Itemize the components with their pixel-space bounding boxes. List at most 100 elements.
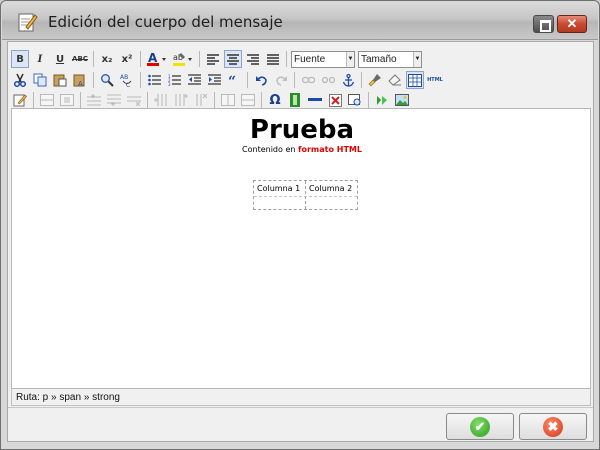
title-bar[interactable]: Edición del cuerpo del mensaje ✕ xyxy=(2,2,598,40)
table-header-cell-1[interactable]: Columna 1 xyxy=(257,184,300,193)
merge-cells-button[interactable] xyxy=(239,91,257,109)
clean-format-button[interactable] xyxy=(366,71,384,89)
editor-panel: B I U ABC x₂ x² A ab Fuente ▼ Tamaño ▼ A… xyxy=(7,41,594,442)
strikethrough-button[interactable]: ABC xyxy=(71,50,89,68)
table-cell-icon xyxy=(60,94,74,106)
align-justify-button[interactable] xyxy=(264,50,282,68)
chevron-down-icon: ▼ xyxy=(413,51,421,67)
preview-button[interactable] xyxy=(346,91,364,109)
row-delete-icon xyxy=(127,96,141,106)
font-color-icon: A xyxy=(147,51,166,66)
scissors-icon xyxy=(13,73,27,87)
row-before-icon xyxy=(87,94,101,106)
toolbar-separator xyxy=(247,72,248,88)
paste-icon xyxy=(53,74,67,87)
horizontal-rule-button[interactable] xyxy=(306,91,324,109)
row-props-button[interactable] xyxy=(38,91,56,109)
blockquote-button[interactable]: “ xyxy=(225,71,243,89)
svg-text:C: C xyxy=(126,82,130,87)
numbered-list-button[interactable]: 123 xyxy=(165,71,183,89)
font-size-select[interactable]: Tamaño ▼ xyxy=(358,50,422,68)
anchor-button[interactable] xyxy=(339,71,357,89)
paste-text-button[interactable]: A xyxy=(71,71,89,89)
copy-icon xyxy=(33,73,47,87)
svg-text:“: “ xyxy=(228,74,236,86)
undo-button[interactable] xyxy=(252,71,270,89)
align-right-icon xyxy=(247,53,259,65)
insert-col-before-button[interactable] xyxy=(152,91,170,109)
superscript-button[interactable]: x² xyxy=(118,50,136,68)
italic-button[interactable]: I xyxy=(31,50,49,68)
subscript-button[interactable]: x₂ xyxy=(98,50,116,68)
toolbar-row-1: B I U ABC x₂ x² A ab Fuente ▼ Tamaño ▼ xyxy=(11,48,425,70)
unlink-button[interactable] xyxy=(319,71,337,89)
strikethrough-icon: ABC xyxy=(72,55,88,63)
close-button[interactable]: ✕ xyxy=(557,15,587,33)
highlight-color-button[interactable]: ab xyxy=(171,50,195,68)
cell-props-button[interactable] xyxy=(58,91,76,109)
film-icon xyxy=(290,93,300,107)
align-right-button[interactable] xyxy=(244,50,262,68)
editor-content-area[interactable]: Prueba Contenido en formato HTML Columna… xyxy=(11,108,591,389)
bullet-list-button[interactable] xyxy=(145,71,163,89)
delete-col-button[interactable] xyxy=(192,91,210,109)
align-center-button[interactable] xyxy=(224,50,242,68)
find-button[interactable] xyxy=(98,71,116,89)
insert-row-after-button[interactable] xyxy=(105,91,123,109)
toolbar-separator xyxy=(147,92,148,108)
toolbar-separator xyxy=(368,92,369,108)
accept-button[interactable]: ✔ xyxy=(446,413,514,440)
quote-icon: “ xyxy=(228,74,236,86)
html-source-button[interactable]: HTML xyxy=(426,71,444,89)
paste-button[interactable] xyxy=(51,71,69,89)
outdent-button[interactable] xyxy=(185,71,203,89)
link-button[interactable] xyxy=(299,71,317,89)
underline-button[interactable]: U xyxy=(51,50,69,68)
insert-image-button[interactable] xyxy=(393,91,411,109)
table-button[interactable] xyxy=(406,71,424,89)
underline-icon: U xyxy=(55,53,65,65)
content-table[interactable]: Columna 1 Columna 2 xyxy=(253,180,358,210)
font-family-value: Fuente xyxy=(294,53,326,65)
indent-button[interactable] xyxy=(205,71,223,89)
edit-properties-button[interactable] xyxy=(11,91,29,109)
split-cells-button[interactable] xyxy=(219,91,237,109)
chevron-down-icon: ▼ xyxy=(346,51,354,67)
subscript-icon: x₂ xyxy=(101,53,113,65)
remove-button[interactable] xyxy=(326,91,344,109)
toolbar-separator xyxy=(33,92,34,108)
table-row-icon xyxy=(40,94,54,106)
align-left-button[interactable] xyxy=(204,50,222,68)
insert-col-after-button[interactable] xyxy=(172,91,190,109)
status-path: Ruta: p » span » strong xyxy=(11,389,591,406)
cut-button[interactable] xyxy=(11,71,29,89)
close-icon: ✖ xyxy=(543,416,563,437)
eraser-icon xyxy=(388,74,401,86)
col-delete-icon xyxy=(196,94,208,106)
highlight-color-icon: ab xyxy=(173,53,192,66)
insert-row-before-button[interactable] xyxy=(85,91,103,109)
special-char-button[interactable]: Ω xyxy=(266,91,284,109)
bold-button[interactable]: B xyxy=(11,50,29,68)
redo-button[interactable] xyxy=(272,71,290,89)
split-cells-icon xyxy=(221,94,235,106)
restore-button[interactable] xyxy=(533,15,554,33)
toolbar-separator xyxy=(286,51,287,67)
copy-button[interactable] xyxy=(31,71,49,89)
cancel-button[interactable]: ✖ xyxy=(519,413,587,440)
toolbar-row-2: A AB C 123 “ HTML xyxy=(11,69,446,91)
media-button[interactable] xyxy=(286,91,304,109)
horizontal-rule-icon xyxy=(308,98,322,101)
font-family-select[interactable]: Fuente ▼ xyxy=(291,50,355,68)
remove-format-button[interactable] xyxy=(386,71,404,89)
replace-button[interactable]: AB C xyxy=(118,71,136,89)
delete-row-button[interactable] xyxy=(125,91,143,109)
table-row-divider xyxy=(254,196,357,197)
toolbar-separator xyxy=(140,51,141,67)
subline-text: Contenido en xyxy=(242,145,298,154)
table-header-cell-2[interactable]: Columna 2 xyxy=(309,184,352,193)
font-color-button[interactable]: A xyxy=(145,50,169,68)
col-before-icon xyxy=(154,94,167,106)
insert-image-tool-button[interactable] xyxy=(373,91,391,109)
toolbar-separator xyxy=(261,92,262,108)
